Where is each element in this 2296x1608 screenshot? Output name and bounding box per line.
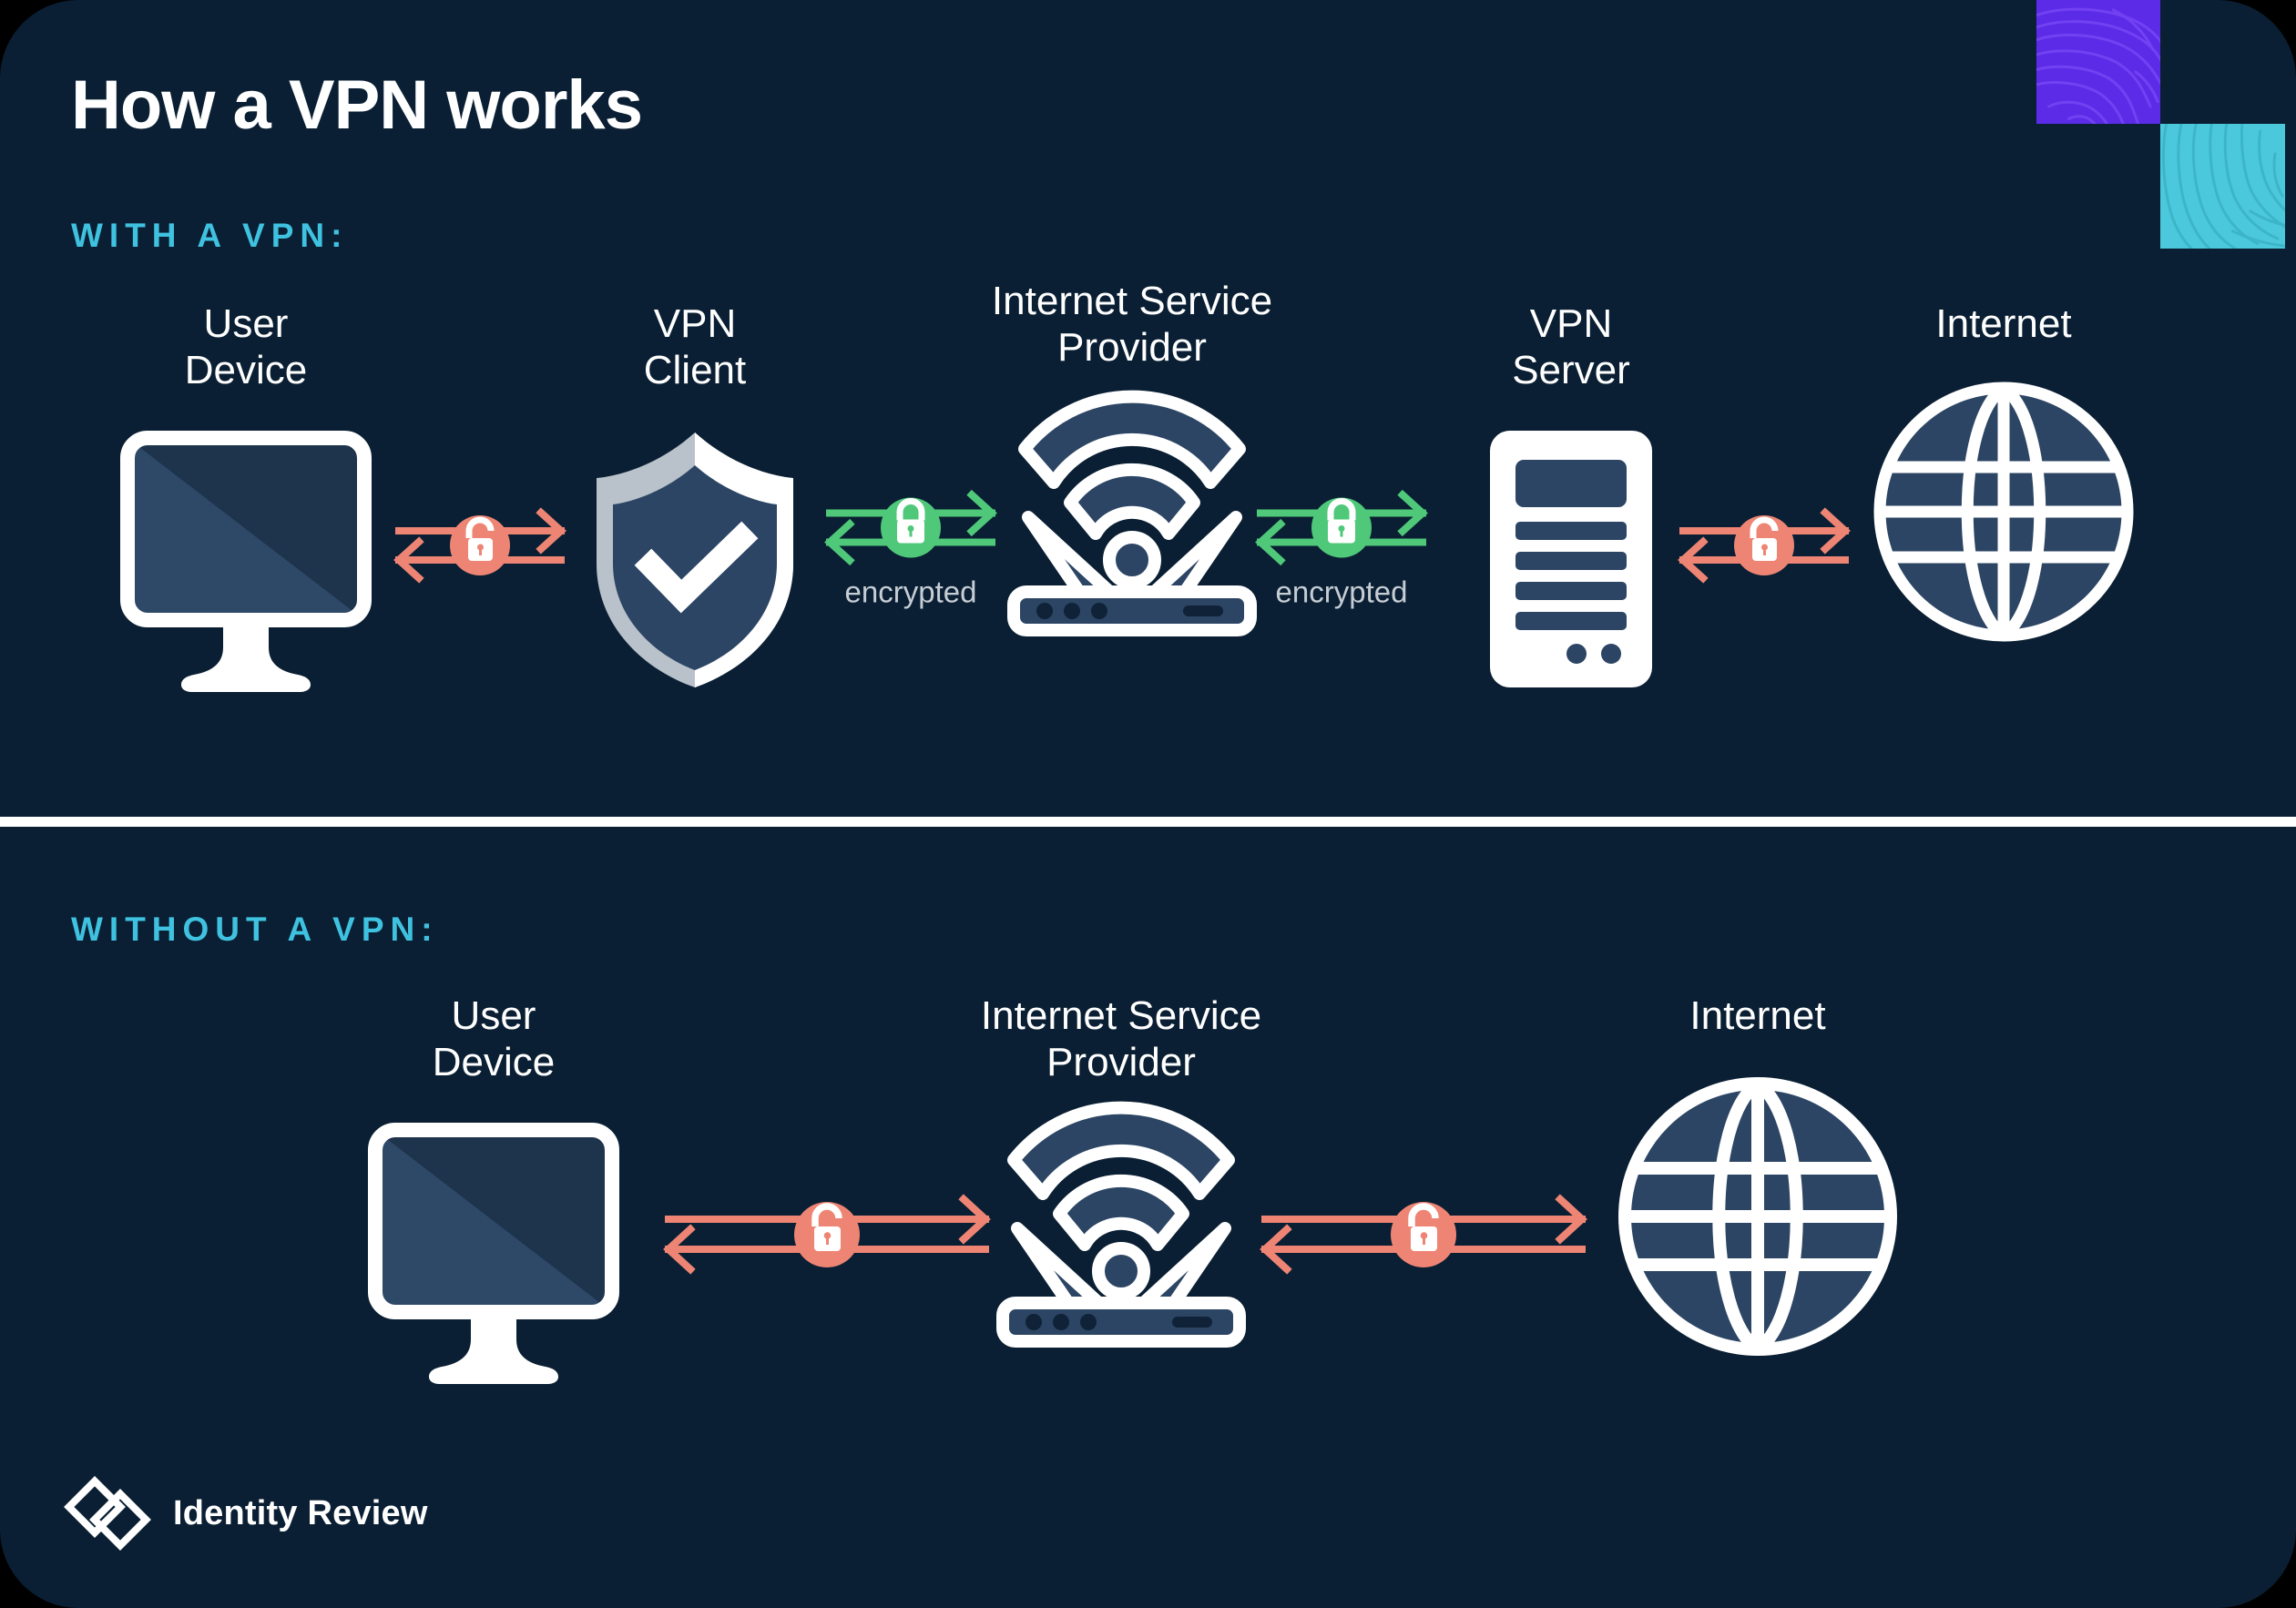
globe-icon — [1872, 380, 2136, 644]
connector-unencrypted-1 — [393, 498, 566, 589]
node-label: Internet — [1689, 993, 1826, 1038]
unlocked-padlock-arrows-icon — [1260, 1194, 1587, 1275]
brand-logo-text: Identity Review — [173, 1493, 428, 1532]
globe-icon — [1617, 1075, 1899, 1358]
unlocked-padlock-arrows-icon — [1678, 507, 1851, 584]
node-label: Internet — [1935, 301, 2072, 346]
brand-logo: Identity Review — [64, 1476, 428, 1551]
unlocked-padlock-arrows-icon — [393, 507, 566, 584]
node-label: VPN Client — [643, 301, 747, 393]
locked-padlock-arrows-icon — [1255, 489, 1428, 566]
section-divider — [0, 817, 2296, 827]
node-label: User Device — [184, 301, 308, 393]
node-isp-2: Internet Service Provider — [907, 992, 1335, 1348]
connector-encrypted-1: encrypted — [824, 481, 997, 607]
node-label: Internet Service Provider — [991, 279, 1273, 371]
connector-unencrypted-2 — [1678, 498, 1851, 589]
connector-unencrypted-3 — [663, 1184, 991, 1284]
decorative-square-cyan — [2160, 124, 2285, 249]
locked-padlock-arrows-icon — [824, 489, 997, 566]
node-user-device: User Device — [64, 300, 428, 692]
unlocked-padlock-arrows-icon — [663, 1194, 991, 1275]
node-label: Internet Service Provider — [980, 993, 1262, 1085]
node-vpn-server: VPN Server — [1398, 300, 1744, 691]
section-heading-without-vpn: WITHOUT A VPN: — [71, 911, 439, 948]
node-user-device-2: User Device — [302, 992, 685, 1384]
shield-check-icon — [586, 427, 804, 691]
double-diamond-logo-icon — [64, 1476, 151, 1551]
fingerprint-pattern-icon — [2161, 124, 2285, 249]
monitor-icon — [109, 427, 383, 692]
connector-unencrypted-4 — [1260, 1184, 1587, 1284]
page-title: How a VPN works — [71, 66, 643, 144]
section-heading-with-vpn: WITH A VPN: — [71, 217, 349, 254]
infographic-canvas: How a VPN works WITH A VPN: User Device … — [0, 0, 2296, 1608]
node-label: VPN Server — [1512, 301, 1630, 393]
node-internet-2: Internet — [1576, 992, 1940, 1358]
node-internet: Internet — [1831, 300, 2177, 644]
wifi-router-icon — [1005, 390, 1260, 636]
decorative-square-purple — [2036, 0, 2160, 124]
node-label: User Device — [432, 993, 556, 1085]
connector-label: encrypted — [844, 575, 977, 609]
server-tower-icon — [1485, 427, 1658, 691]
node-vpn-client: VPN Client — [522, 300, 868, 691]
fingerprint-pattern-icon — [2036, 7, 2160, 124]
connector-label: encrypted — [1275, 575, 1408, 609]
monitor-icon — [357, 1119, 630, 1384]
connector-encrypted-2: encrypted — [1255, 481, 1428, 607]
wifi-router-icon — [994, 1101, 1249, 1348]
